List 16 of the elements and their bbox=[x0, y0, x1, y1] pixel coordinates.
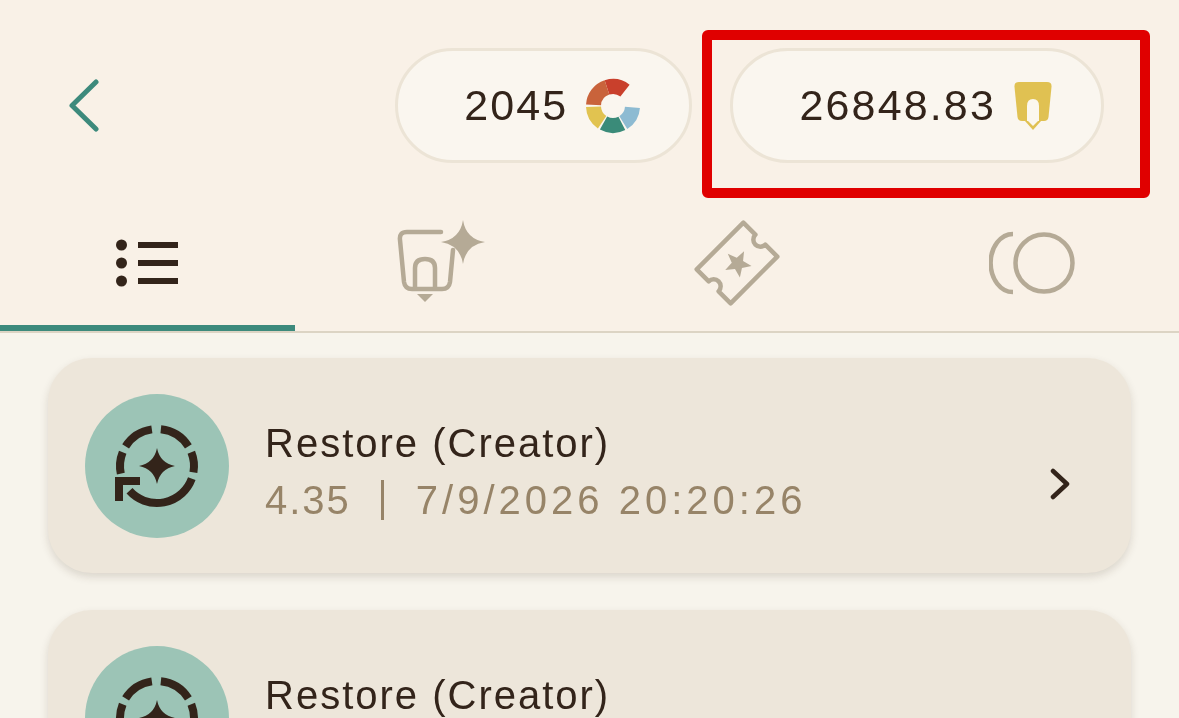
list-icon bbox=[116, 238, 179, 287]
color-wheel-icon bbox=[585, 77, 642, 134]
balance-chip[interactable]: 2045 bbox=[395, 48, 693, 163]
chevron-left-icon bbox=[68, 79, 100, 132]
transaction-card[interactable]: Restore (Creator) 4.35 7/9/2026 20:20:26 bbox=[48, 358, 1131, 573]
transaction-amount: 4.35 bbox=[265, 477, 351, 524]
ticket-star-icon bbox=[693, 219, 780, 306]
balance-chip[interactable]: 26848.83 bbox=[730, 48, 1104, 163]
circular-arrow-sparkle-icon bbox=[85, 394, 229, 538]
pencil-tip-icon bbox=[1013, 80, 1053, 131]
transaction-title: Restore (Creator) bbox=[265, 420, 612, 467]
transaction-card[interactable]: Restore (Creator) bbox=[48, 610, 1131, 718]
transaction-title: Restore (Creator) bbox=[265, 672, 611, 718]
two-circles-icon bbox=[988, 230, 1075, 295]
transaction-date: 7/9/2026 20:20:26 bbox=[415, 477, 807, 524]
chevron-right-icon bbox=[1049, 467, 1071, 500]
